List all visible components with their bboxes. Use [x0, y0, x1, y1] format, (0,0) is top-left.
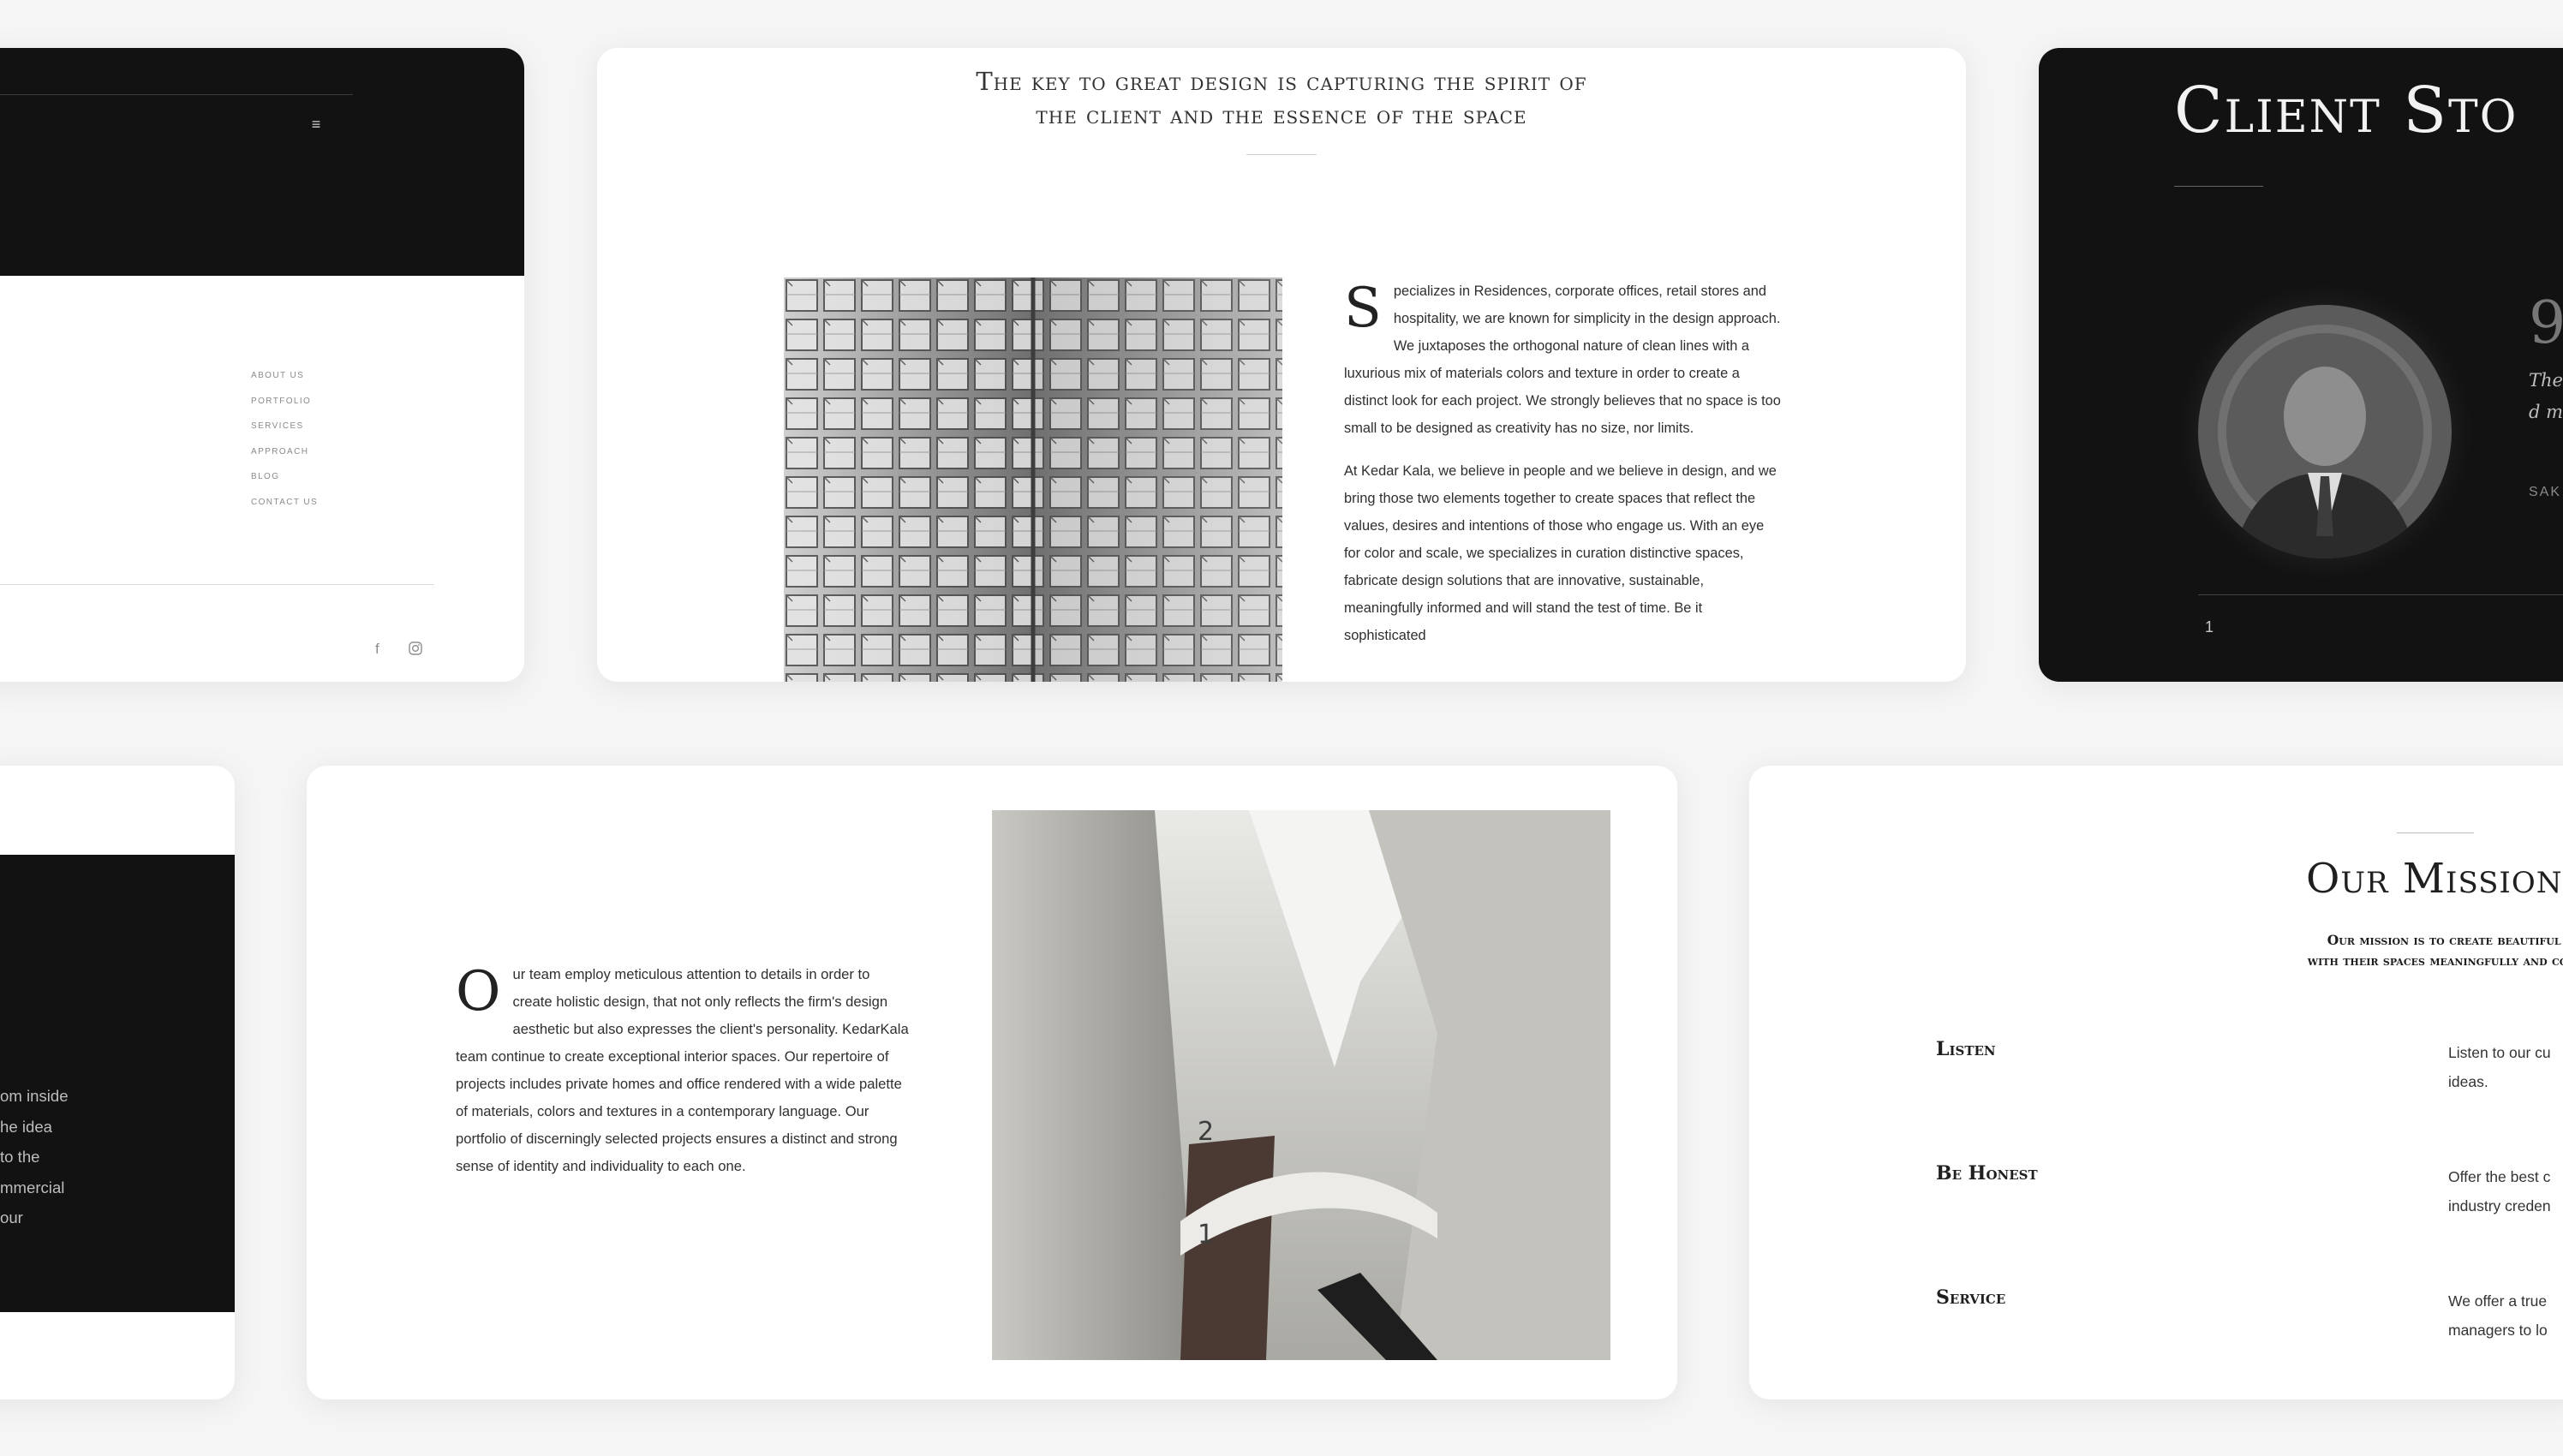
- svg-text:2: 2: [1198, 1117, 1214, 1147]
- value-desc-listen: Listen to our cu ideas.: [2448, 1044, 2551, 1090]
- architecture-photo-corridor: 2 1: [992, 810, 1610, 1360]
- header-divider: [0, 94, 353, 95]
- value-name-be-honest: Be Honest: [1936, 1162, 2038, 1184]
- dropcap-o: O: [456, 960, 501, 1023]
- title-divider: [2174, 186, 2263, 187]
- nav-menu: ABOUT US PORTFOLIO SERVICES APPROACH BLO…: [251, 370, 318, 522]
- dark-text-block: om inside he idea to the mmercial our: [0, 1081, 69, 1233]
- footer-divider: [0, 584, 434, 585]
- nav-item-approach[interactable]: APPROACH: [251, 446, 318, 472]
- testimonial-fragment: The of d mas: [2529, 370, 2563, 422]
- showcase-canvas: { "nav_card": { "menu_icon": "hamburger-…: [0, 0, 2563, 1456]
- mission-statement: Our mission is to create beautiful inter…: [2160, 930, 2563, 971]
- about-text: Specializes in Residences, corporate off…: [1344, 277, 1781, 665]
- about-paragraph-1: Specializes in Residences, corporate off…: [1344, 277, 1781, 436]
- instagram-icon[interactable]: [408, 641, 423, 660]
- dark-text-line-5: our: [0, 1208, 23, 1227]
- value-desc-be-honest: Offer the best c industry creden: [2448, 1168, 2551, 1214]
- value-desc-service: We offer a true managers to lo: [2448, 1292, 2548, 1339]
- design-quote-line-1: The key to great design is capturing the…: [976, 67, 1587, 96]
- about-paragraph-2: At Kedar Kala, we believe in people and …: [1344, 463, 1777, 643]
- testimonial-divider: [2198, 594, 2563, 595]
- testimonial-author: SAK: [2529, 485, 2562, 499]
- dark-text-line-3: to the: [0, 1148, 40, 1167]
- team-text: Our team employ meticulous attention to …: [456, 960, 909, 1174]
- dark-text-panel: om inside he idea to the mmercial our: [0, 855, 235, 1312]
- quote-mark: 99: [2529, 289, 2563, 357]
- team-card: Our team employ meticulous attention to …: [307, 766, 1677, 1399]
- mission-card: Our Mission Our mission is to create bea…: [1749, 766, 2563, 1399]
- architecture-photo-windows: [784, 277, 1282, 682]
- nav-menu-card: ≡ ABOUT US PORTFOLIO SERVICES APPROACH B…: [0, 48, 524, 682]
- mission-statement-line-2: with their spaces meaningfully and comfo…: [2307, 952, 2563, 969]
- about-card: The key to great design is capturing the…: [597, 48, 1966, 682]
- nav-item-blog[interactable]: BLOG: [251, 471, 318, 497]
- hamburger-menu-icon[interactable]: ≡: [303, 115, 329, 134]
- mission-title: Our Mission: [2306, 855, 2563, 903]
- nav-item-contact-us[interactable]: CONTACT US: [251, 497, 318, 522]
- nav-header-band: ≡: [0, 48, 524, 276]
- mission-divider: [2397, 832, 2474, 833]
- client-stories-card: Client Sto 99 The of d mas SAK 1: [2039, 48, 2563, 682]
- design-quote: The key to great design is capturing the…: [597, 65, 1966, 132]
- svg-text:1: 1: [1198, 1220, 1214, 1250]
- client-stories-title: Client Sto: [2174, 74, 2518, 147]
- value-name-listen: Listen: [1936, 1038, 1996, 1060]
- facebook-icon[interactable]: f: [375, 641, 379, 658]
- quote-divider: [1246, 154, 1317, 155]
- dropcap-s: S: [1344, 277, 1382, 340]
- dark-text-line-1: om inside: [0, 1087, 69, 1105]
- nav-item-services[interactable]: SERVICES: [251, 421, 318, 446]
- pager-number[interactable]: 1: [2205, 618, 2214, 636]
- dark-text-card: om inside he idea to the mmercial our: [0, 766, 235, 1399]
- nav-item-about-us[interactable]: ABOUT US: [251, 370, 318, 396]
- value-name-service: Service: [1936, 1286, 2006, 1309]
- mission-statement-line-1: Our mission is to create beautiful inter…: [2327, 932, 2563, 948]
- dark-text-line-4: mmercial: [0, 1178, 65, 1196]
- client-avatar: [2198, 305, 2452, 558]
- nav-item-portfolio[interactable]: PORTFOLIO: [251, 396, 318, 421]
- dark-text-line-2: he idea: [0, 1117, 53, 1136]
- design-quote-line-2: the client and the essence of the space: [1036, 100, 1527, 129]
